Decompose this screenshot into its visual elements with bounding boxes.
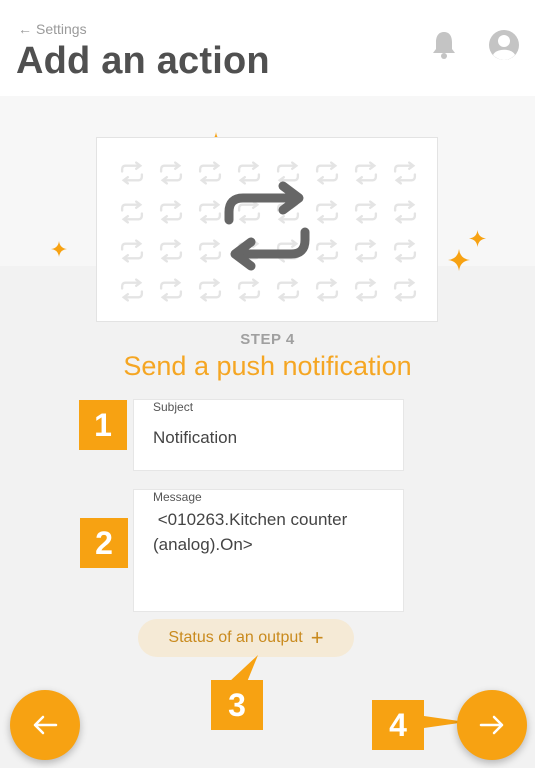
repeat-pattern-icon — [159, 239, 183, 263]
previous-step-button[interactable] — [10, 690, 80, 760]
repeat-pattern-icon — [315, 161, 339, 185]
repeat-pattern-icon — [354, 239, 378, 263]
repeat-pattern-icon — [354, 200, 378, 224]
repeat-pattern-icon — [120, 278, 144, 302]
repeat-pattern-icon — [393, 161, 417, 185]
arrow-left-icon: ← — [18, 21, 32, 37]
sparkle-icon — [448, 249, 470, 271]
repeat-pattern-icon — [120, 200, 144, 224]
repeat-pattern-icon — [276, 278, 300, 302]
bell-icon[interactable] — [430, 30, 458, 60]
callout-badge-2: 2 — [80, 518, 128, 568]
app-header: ← Settings Add an action — [0, 0, 535, 96]
repeat-pattern-icon — [315, 278, 339, 302]
repeat-pattern-icon — [120, 161, 144, 185]
repeat-pattern-icon — [159, 200, 183, 224]
subject-label: Subject — [153, 400, 194, 414]
repeat-pattern-icon — [354, 161, 378, 185]
repeat-pattern-icon — [120, 239, 144, 263]
subject-value[interactable]: Notification — [153, 425, 237, 450]
step-title: Send a push notification — [123, 351, 412, 381]
repeat-icon — [224, 181, 310, 271]
message-field[interactable]: Message <010263.Kitchen counter (analog)… — [133, 489, 404, 612]
step-label: STEP 4 — [240, 331, 295, 348]
callout-badge-4: 4 — [372, 700, 424, 750]
plus-icon: + — [310, 625, 324, 650]
sparkle-icon — [469, 230, 486, 247]
status-chip-label: Status of an output — [168, 629, 303, 646]
back-link-label: Settings — [36, 21, 87, 37]
repeat-pattern-icon — [159, 278, 183, 302]
repeat-pattern-icon — [315, 239, 339, 263]
arrow-right-icon — [479, 715, 504, 735]
callout-badge-3: 3 — [211, 680, 263, 730]
message-value[interactable]: <010263.Kitchen counter (analog).On> — [153, 507, 393, 557]
back-to-settings-link[interactable]: ← Settings — [18, 21, 87, 37]
next-step-button[interactable] — [457, 690, 527, 760]
repeat-pattern-icon — [393, 200, 417, 224]
page-title: Add an action — [16, 40, 270, 82]
repeat-pattern-icon — [315, 200, 339, 224]
repeat-pattern-icon — [393, 239, 417, 263]
repeat-pattern-icon — [237, 278, 261, 302]
repeat-pattern-icon — [393, 278, 417, 302]
sparkle-icon — [51, 241, 67, 257]
action-illustration — [96, 137, 438, 322]
message-label: Message — [153, 490, 202, 504]
repeat-pattern-icon — [354, 278, 378, 302]
subject-field[interactable]: Subject Notification — [133, 399, 404, 471]
user-icon[interactable] — [487, 28, 521, 62]
status-of-output-button[interactable]: Status of an output + — [138, 619, 354, 657]
callout-badge-1: 1 — [79, 400, 127, 450]
repeat-pattern-icon — [198, 278, 222, 302]
arrow-left-icon — [33, 715, 58, 735]
repeat-pattern-icon — [159, 161, 183, 185]
